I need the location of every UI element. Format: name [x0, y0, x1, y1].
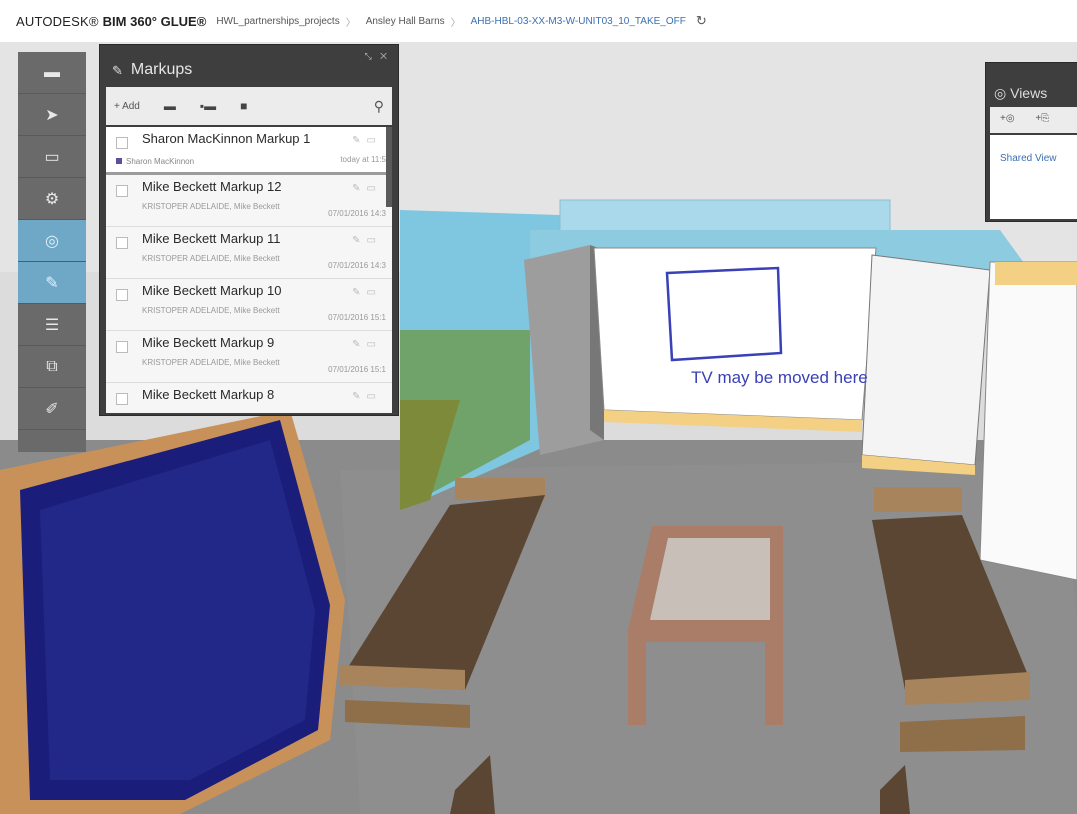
home-tool[interactable]: ▬	[18, 52, 86, 94]
markups-toolbar: + Add ▬ ▪▬ ■ ⚲	[106, 87, 392, 125]
breadcrumb-project[interactable]: HWL_partnerships_projects	[216, 16, 339, 27]
markups-list[interactable]: Sharon MacKinnon Markup 1 Sharon MacKinn…	[106, 127, 392, 413]
left-toolbar: ▬ ➤ ▭ ⚙ ◎ ✎ ☰ ⧉ ✐	[18, 52, 86, 452]
right-wall	[979, 261, 1077, 581]
refresh-icon[interactable]: ↻	[696, 13, 707, 29]
coffee-table-edge	[628, 630, 783, 642]
share-view-icon[interactable]: +⎘	[1035, 113, 1049, 124]
camera-icon: ◎	[45, 232, 59, 250]
coffee-table-glass	[650, 538, 770, 620]
breadcrumb-separator: 〉	[450, 17, 461, 29]
list-item[interactable]: Mike Beckett Markup 12 KRISTOPER ADELAID…	[106, 175, 392, 227]
add-markup-button[interactable]: + Add	[114, 101, 140, 112]
list-item[interactable]: Mike Beckett Markup 10 KRISTOPER ADELAID…	[106, 279, 392, 331]
pen-icon: ✎	[45, 274, 59, 292]
list-item[interactable]: Sharon MacKinnon Markup 1 Sharon MacKinn…	[106, 127, 392, 175]
list-item[interactable]: Mike Beckett Markup 8 ✎▭	[106, 383, 392, 413]
select-tool[interactable]: ➤	[18, 94, 86, 136]
breadcrumb-model[interactable]: AHB-HBL-03-XX-M3-W-UNIT03_10_TAKE_OFF	[471, 16, 686, 27]
attach-tool[interactable]: ✐	[18, 388, 86, 430]
markup-date: 07/01/2016 15:1	[328, 313, 386, 322]
markup-checkbox[interactable]	[116, 341, 128, 353]
clash-tool[interactable]: ⚙	[18, 178, 86, 220]
markup-action-icons[interactable]: ✎▭	[352, 235, 382, 246]
delete-icon[interactable]: ■	[240, 99, 247, 113]
views-panel-title: Views	[1010, 85, 1048, 101]
pointer-icon: ➤	[45, 106, 59, 124]
layers-tool[interactable]: ⧉	[18, 346, 86, 388]
markup-date: 07/01/2016 14:3	[328, 209, 386, 218]
shared-views-link[interactable]: Shared View	[990, 135, 1077, 164]
markup-action-icons[interactable]: ✎▭	[352, 135, 382, 146]
views-list: Shared View	[990, 135, 1077, 219]
app-header: AUTODESK® BIM 360° GLUE® HWL_partnership…	[0, 0, 1077, 42]
home-icon: ▬	[44, 63, 60, 81]
markups-panel-header[interactable]: ✎ Markups	[100, 45, 398, 85]
markup-date: today at 11:5	[340, 155, 386, 164]
tv-markup-note[interactable]: TV may be moved here	[691, 368, 868, 388]
author-color-swatch	[116, 158, 122, 164]
scrollbar[interactable]	[386, 127, 392, 207]
right-wall-trim	[995, 262, 1077, 285]
markup-date: 07/01/2016 14:3	[328, 261, 386, 270]
paperclip-icon: ✐	[45, 400, 59, 418]
autodesk-logo: AUTODESK®	[16, 13, 99, 29]
markup-author: Sharon MacKinnon	[116, 157, 194, 166]
breadcrumb-folder[interactable]: Ansley Hall Barns	[366, 16, 445, 27]
markup-checkbox[interactable]	[116, 137, 128, 149]
markup-checkbox[interactable]	[116, 393, 128, 405]
pen-icon: ✎	[112, 63, 123, 78]
coffee-table-leg-left	[628, 640, 646, 725]
new-folder-icon[interactable]: ▪▬	[200, 99, 216, 113]
views-panel: ◎ Views +◎ +⎘ Shared View	[985, 62, 1077, 222]
breadcrumb-separator: 〉	[345, 17, 356, 29]
views-panel-header[interactable]: ◎ Views	[986, 63, 1077, 102]
clash-icon: ⚙	[44, 190, 60, 208]
markups-panel-title: Markups	[130, 61, 193, 78]
list-icon: ☰	[44, 316, 60, 334]
markup-action-icons[interactable]: ✎▭	[352, 183, 382, 194]
ruler-icon: ▭	[44, 148, 60, 166]
markups-panel: ⤡ ✕ ✎ Markups + Add ▬ ▪▬ ■ ⚲ Sharon MacK…	[99, 44, 399, 416]
camera-icon: ◎	[994, 85, 1007, 101]
markup-action-icons[interactable]: ✎▭	[352, 287, 382, 298]
list-item[interactable]: Mike Beckett Markup 9 KRISTOPER ADELAIDE…	[106, 331, 392, 383]
measure-tool[interactable]: ▭	[18, 136, 86, 178]
coffee-table-leg-right	[765, 640, 783, 725]
markup-checkbox[interactable]	[116, 185, 128, 197]
markup-checkbox[interactable]	[116, 289, 128, 301]
markup-tool[interactable]: ✎	[18, 262, 86, 304]
markup-action-icons[interactable]: ✎▭	[352, 391, 382, 402]
message-icon[interactable]: ▬	[164, 99, 176, 113]
add-view-icon[interactable]: +◎	[1000, 113, 1015, 124]
sofa-right-arm-back	[874, 487, 962, 512]
list-tool[interactable]: ☰	[18, 304, 86, 346]
layers-icon: ⧉	[46, 357, 58, 375]
back-wall	[593, 247, 877, 421]
markup-action-icons[interactable]: ✎▭	[352, 339, 382, 350]
sofa-right-base	[900, 716, 1025, 752]
panel-window-buttons[interactable]: ⤡ ✕	[364, 51, 390, 62]
search-icon[interactable]: ⚲	[374, 98, 384, 115]
product-name: BIM 360° GLUE®	[102, 13, 207, 29]
markup-date: 07/01/2016 15:1	[328, 365, 386, 374]
list-item[interactable]: Mike Beckett Markup 11 KRISTOPER ADELAID…	[106, 227, 392, 279]
column-right	[861, 254, 991, 466]
views-tool[interactable]: ◎	[18, 220, 86, 262]
markup-checkbox[interactable]	[116, 237, 128, 249]
views-toolbar: +◎ +⎘	[990, 107, 1077, 133]
